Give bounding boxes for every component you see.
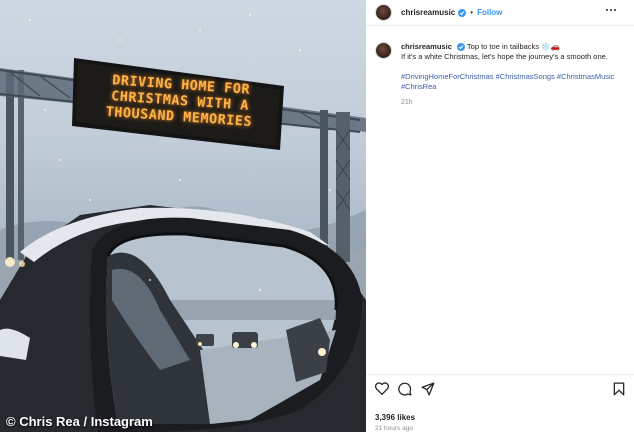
action-bar: 3,396 likes 21 hours ago: [366, 374, 634, 432]
post-caption: chrisreamusic Top to toe in tailbacks ❄️…: [375, 42, 627, 108]
caption-timestamp: 21h: [401, 99, 413, 106]
post-header: chrisreamusic • Follow: [366, 0, 634, 26]
post-panel: chrisreamusic • Follow chrisreamusic Top…: [366, 0, 634, 432]
hashtag-list: #DrivingHomeForChristmas #ChristmasSongs…: [401, 72, 627, 92]
hashtag-link[interactable]: #ChrisRea: [401, 82, 436, 91]
header-separator: •: [470, 8, 474, 17]
avatar[interactable]: [375, 4, 392, 21]
caption-line-1: Top to toe in tailbacks ❄️🚗: [466, 42, 560, 51]
comment-icon[interactable]: [398, 382, 412, 401]
photo-credit: © Chris Rea / Instagram: [6, 414, 153, 429]
bookmark-icon[interactable]: [613, 382, 625, 401]
header-username[interactable]: chrisreamusic: [401, 8, 455, 17]
like-count[interactable]: 3,396 likes: [375, 413, 625, 422]
caption-username[interactable]: chrisreamusic: [401, 42, 452, 51]
post-age: 21 hours ago: [375, 425, 413, 432]
hashtag-link[interactable]: #ChristmasSongs: [496, 72, 555, 81]
hashtag-link[interactable]: #DrivingHomeForChristmas: [401, 72, 494, 81]
caption-avatar[interactable]: [375, 42, 392, 59]
caption-line-2: If it's a white Christmas, let's hope th…: [401, 52, 608, 61]
photo-scene: [0, 14, 366, 432]
motorway-sign-text: DRIVING HOME FOR CHRISTMAS WITH A THOUSA…: [76, 59, 284, 143]
post-photo[interactable]: DRIVING HOME FOR CHRISTMAS WITH A THOUSA…: [0, 0, 366, 432]
heart-icon[interactable]: [374, 382, 390, 400]
share-icon[interactable]: [421, 382, 435, 401]
follow-button[interactable]: Follow: [477, 8, 502, 17]
caption-verified-badge-icon: [456, 43, 465, 51]
more-options-icon[interactable]: [606, 9, 616, 11]
hashtag-link[interactable]: #ChristmasMusic: [557, 72, 615, 81]
verified-badge-icon: [458, 8, 467, 17]
